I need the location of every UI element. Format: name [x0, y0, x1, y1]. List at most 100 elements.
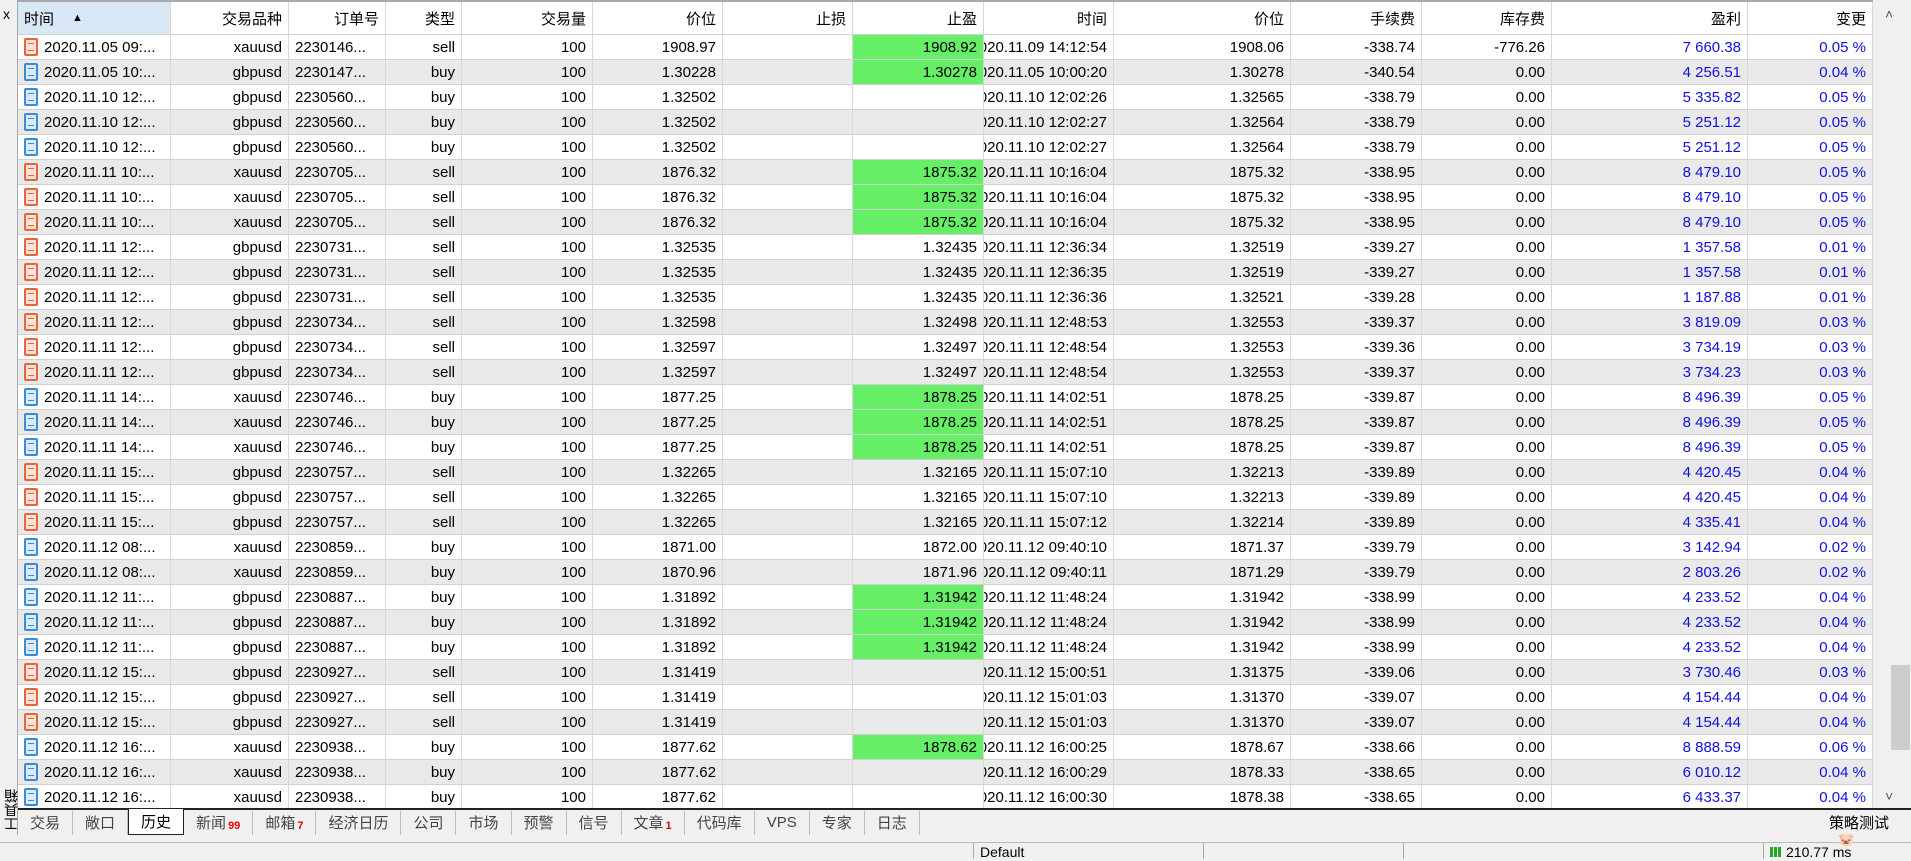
- table-row[interactable]: 2020.11.11 15:... gbpusd 2230757... sell 100…: [18, 460, 1873, 485]
- table-row[interactable]: 2020.11.11 14:... xauusd 2230746... buy 100 1…: [18, 435, 1873, 460]
- column-header-commission[interactable]: 手续费: [1291, 2, 1422, 34]
- cell-swap: 0.00: [1422, 260, 1552, 284]
- tab-3[interactable]: 新闻 99: [184, 810, 254, 835]
- column-header-open-time[interactable]: 时间 ▲: [18, 2, 171, 34]
- cell-close-time: 2020.11.12 16:00:25: [984, 735, 1114, 759]
- cell-swap: 0.00: [1422, 760, 1552, 784]
- cell-commission: -338.79: [1291, 85, 1422, 109]
- cell-commission: -339.07: [1291, 685, 1422, 709]
- tab-12[interactable]: VPS: [755, 810, 810, 835]
- cell-volume: 100: [462, 235, 593, 259]
- table-row[interactable]: 2020.11.11 12:... gbpusd 2230731... sell 100…: [18, 285, 1873, 310]
- cell-value: -339.37: [1364, 363, 1415, 381]
- cell-order: 2230731...: [289, 260, 386, 284]
- cell-value: 100: [560, 288, 586, 306]
- table-row[interactable]: 2020.11.11 15:... gbpusd 2230757... sell 100…: [18, 510, 1873, 535]
- cell-profit: 1 187.88: [1552, 285, 1748, 309]
- column-header-take-profit[interactable]: 止盈: [853, 2, 984, 34]
- cell-value: 2230938...: [295, 738, 366, 756]
- cell-value: 100: [560, 513, 586, 531]
- table-row[interactable]: 2020.11.11 10:... xauusd 2230705... sell 100…: [18, 210, 1873, 235]
- tab-7[interactable]: 市场: [456, 810, 512, 835]
- table-row[interactable]: 2020.11.11 14:... xauusd 2230746... buy 100 1…: [18, 410, 1873, 435]
- table-row[interactable]: 2020.11.12 15:... gbpusd 2230927... sell 100…: [18, 660, 1873, 685]
- table-row[interactable]: 2020.11.12 16:... xauusd 2230938... buy 100 1…: [18, 735, 1873, 760]
- column-header-stop-loss[interactable]: 止损: [723, 2, 853, 34]
- table-row[interactable]: 2020.11.12 11:... gbpusd 2230887... buy 100 1…: [18, 585, 1873, 610]
- tab-10[interactable]: 文章 1: [622, 810, 685, 835]
- table-row[interactable]: 2020.11.12 16:... xauusd 2230938... buy 100 1…: [18, 760, 1873, 785]
- column-header-type[interactable]: 类型: [386, 2, 462, 34]
- cell-change: 0.05 %: [1748, 435, 1873, 459]
- tab-1[interactable]: 敞口: [73, 810, 129, 835]
- tab-14[interactable]: 日志: [865, 810, 920, 835]
- tab-0[interactable]: 交易: [18, 810, 74, 835]
- cell-close-price: 1878.25: [1114, 385, 1291, 409]
- column-header-swap[interactable]: 库存费: [1422, 2, 1552, 34]
- cell-stop-loss: [723, 85, 853, 109]
- table-row[interactable]: 2020.11.11 10:... xauusd 2230705... sell 100…: [18, 185, 1873, 210]
- cell-stop-loss: [723, 35, 853, 59]
- table-row[interactable]: 2020.11.12 15:... gbpusd 2230927... sell 100…: [18, 685, 1873, 710]
- cell-value: 2230705...: [295, 188, 366, 206]
- tab-5[interactable]: 经济日历: [316, 810, 402, 835]
- table-row[interactable]: 2020.11.11 12:... gbpusd 2230731... sell 100…: [18, 235, 1873, 260]
- tab-13[interactable]: 专家: [810, 810, 865, 835]
- table-row[interactable]: 2020.11.12 08:... xauusd 2230859... buy 100 1…: [18, 560, 1873, 585]
- column-header-profit[interactable]: 盈利: [1552, 2, 1748, 34]
- scrollbar-thumb[interactable]: [1891, 665, 1910, 750]
- column-header-label: 价位: [685, 10, 716, 28]
- column-header-change[interactable]: 变更: [1748, 2, 1873, 34]
- table-row[interactable]: 2020.11.12 08:... xauusd 2230859... buy 100 1…: [18, 535, 1873, 560]
- column-header-label: 类型: [424, 10, 455, 28]
- cell-value: 2020.11.12 09:40:11: [984, 563, 1107, 581]
- column-header-volume[interactable]: 交易量: [462, 2, 593, 34]
- history-table: 时间 ▲ 交易品种 订单号 类型 交易量 价位 止损 止盈 时间 价位 手续费 库存费 盈利 变更 2020…: [18, 0, 1873, 808]
- cell-stop-loss: [723, 560, 853, 584]
- table-row[interactable]: 2020.11.11 12:... gbpusd 2230731... sell 100…: [18, 260, 1873, 285]
- table-row[interactable]: 2020.11.11 15:... gbpusd 2230757... sell 100…: [18, 485, 1873, 510]
- close-icon[interactable]: x: [3, 6, 10, 22]
- column-header-symbol[interactable]: 交易品种: [171, 2, 289, 34]
- scroll-up-icon[interactable]: ˄: [1885, 6, 1893, 22]
- tab-11[interactable]: 代码库: [685, 810, 755, 835]
- cell-profit: 7 660.38: [1552, 35, 1748, 59]
- tab-8[interactable]: 预警: [512, 810, 567, 835]
- table-row[interactable]: 2020.11.12 16:... xauusd 2230938... buy 100 1…: [18, 785, 1873, 808]
- column-header-order[interactable]: 订单号: [289, 2, 386, 34]
- cell-value: 2020.11.12 16:00:25: [984, 738, 1107, 756]
- table-row[interactable]: 2020.11.11 10:... xauusd 2230705... sell 100…: [18, 160, 1873, 185]
- table-row[interactable]: 2020.11.11 12:... gbpusd 2230734... sell 100…: [18, 360, 1873, 385]
- cell-close-price: 1.31942: [1114, 610, 1291, 634]
- column-header-price[interactable]: 价位: [593, 2, 723, 34]
- table-row[interactable]: 2020.11.11 12:... gbpusd 2230734... sell 100…: [18, 335, 1873, 360]
- table-row[interactable]: 2020.11.12 15:... gbpusd 2230927... sell 100…: [18, 710, 1873, 735]
- cell-value: 0.05 %: [1819, 188, 1866, 206]
- vertical-scrollbar[interactable]: ˄ ˅: [1873, 0, 1911, 808]
- table-row[interactable]: 2020.11.12 11:... gbpusd 2230887... buy 100 1…: [18, 635, 1873, 660]
- tab-6[interactable]: 公司: [401, 810, 457, 835]
- cell-close-time: 2020.11.09 14:12:54: [984, 35, 1114, 59]
- scroll-down-icon[interactable]: ˅: [1885, 788, 1893, 804]
- table-row[interactable]: 2020.11.05 10:... gbpusd 2230147... buy 100 1…: [18, 60, 1873, 85]
- tab-2[interactable]: 历史: [128, 808, 185, 835]
- column-header-close-price[interactable]: 价位: [1114, 2, 1291, 34]
- cell-close-time: 2020.11.12 09:40:11: [984, 560, 1114, 584]
- status-ping: 210.77 ms: [1763, 843, 1911, 860]
- cell-value: 1870.96: [661, 563, 716, 581]
- table-row[interactable]: 2020.11.10 12:... gbpusd 2230560... buy 100 1…: [18, 85, 1873, 110]
- strategy-tester-button[interactable]: 策略测试: [1829, 812, 1911, 833]
- cell-volume: 100: [462, 760, 593, 784]
- table-row[interactable]: 2020.11.11 14:... xauusd 2230746... buy 100 1…: [18, 385, 1873, 410]
- table-row[interactable]: 2020.11.10 12:... gbpusd 2230560... buy 100 1…: [18, 110, 1873, 135]
- tab-9[interactable]: 信号: [567, 810, 622, 835]
- table-row[interactable]: 2020.11.05 09:... xauusd 2230146... sell 100…: [18, 35, 1873, 60]
- cell-close-time: 2020.11.12 15:01:03: [984, 710, 1114, 734]
- table-row[interactable]: 2020.11.10 12:... gbpusd 2230560... buy 100 1…: [18, 135, 1873, 160]
- table-row[interactable]: 2020.11.12 11:... gbpusd 2230887... buy 100 1…: [18, 610, 1873, 635]
- table-row[interactable]: 2020.11.11 12:... gbpusd 2230734... sell 100…: [18, 310, 1873, 335]
- cell-value: -338.79: [1364, 88, 1415, 106]
- column-header-close-time[interactable]: 时间: [984, 2, 1114, 34]
- cell-change: 0.02 %: [1748, 535, 1873, 559]
- tab-4[interactable]: 邮箱 7: [253, 810, 317, 835]
